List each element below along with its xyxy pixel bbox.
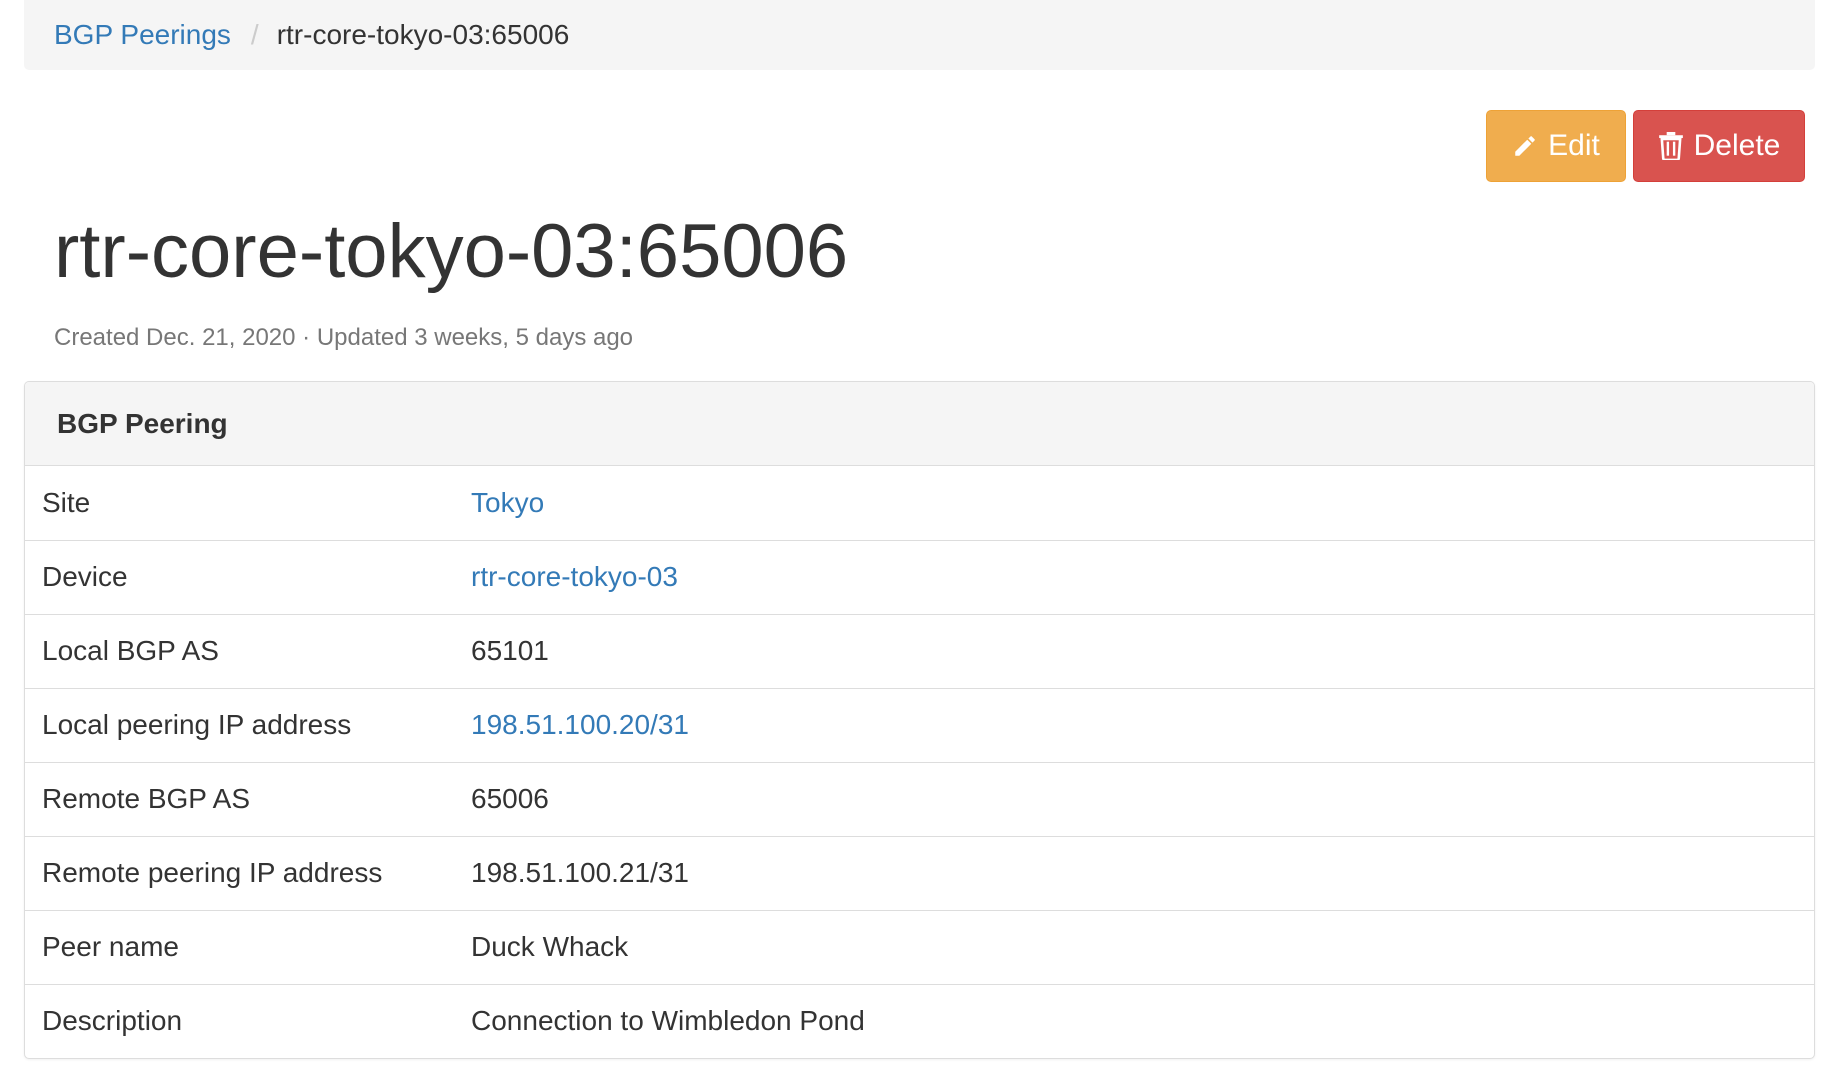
row-label: Description bbox=[25, 983, 471, 1058]
page-meta: Created Dec. 21, 2020 · Updated 3 weeks,… bbox=[54, 324, 634, 351]
table-row-local-peering-ip: Local peering IP address 198.51.100.20/3… bbox=[25, 687, 1814, 762]
table-row-remote-peering-ip: Remote peering IP address 198.51.100.21/… bbox=[25, 835, 1814, 910]
table-row-device: Device rtr-core-tokyo-03 bbox=[25, 539, 1814, 614]
breadcrumb: BGP Peerings / rtr-core-tokyo-03:65006 bbox=[24, 0, 1815, 70]
row-label: Device bbox=[25, 539, 471, 614]
row-value: Duck Whack bbox=[471, 909, 1814, 984]
bgp-peering-panel: BGP Peering Site Tokyo Device rtr-core-t… bbox=[24, 381, 1815, 1059]
row-label: Site bbox=[42, 486, 91, 518]
row-label: Remote peering IP address bbox=[25, 835, 471, 910]
row-value: 65006 bbox=[471, 761, 1814, 836]
local-ip-link[interactable]: 198.51.100.20/31 bbox=[471, 709, 689, 740]
table-row-local-bgp-as: Local BGP AS 65101 bbox=[25, 613, 1814, 688]
panel-heading: BGP Peering bbox=[25, 382, 1814, 466]
breadcrumb-current: rtr-core-tokyo-03:65006 bbox=[276, 19, 570, 50]
attributes-table: Site Tokyo Device rtr-core-tokyo-03 Loca… bbox=[25, 466, 1814, 1058]
table-row-description: Description Connection to Wimbledon Pond bbox=[25, 983, 1814, 1058]
table-row-peer-name: Peer name Duck Whack bbox=[25, 909, 1814, 984]
trash-icon bbox=[1658, 132, 1684, 160]
table-row-remote-bgp-as: Remote BGP AS 65006 bbox=[25, 761, 1814, 836]
page-title: rtr-core-tokyo-03:65006 bbox=[54, 209, 849, 294]
pencil-icon bbox=[1512, 133, 1538, 159]
page: BGP Peerings / rtr-core-tokyo-03:65006 E… bbox=[0, 0, 1824, 1084]
row-label: Local BGP AS bbox=[25, 613, 471, 688]
row-value: 198.51.100.21/31 bbox=[471, 835, 1814, 910]
action-buttons: Edit Delete bbox=[1486, 110, 1805, 182]
table-row-site: Site Tokyo bbox=[25, 466, 1814, 540]
edit-button-label: Edit bbox=[1548, 129, 1600, 162]
site-link[interactable]: Tokyo bbox=[471, 487, 544, 518]
edit-button[interactable]: Edit bbox=[1486, 110, 1626, 182]
breadcrumb-separator: / bbox=[250, 19, 259, 50]
row-value: 65101 bbox=[471, 613, 1814, 688]
device-link[interactable]: rtr-core-tokyo-03 bbox=[471, 561, 678, 592]
row-label: Remote BGP AS bbox=[25, 761, 471, 836]
row-value: Connection to Wimbledon Pond bbox=[471, 983, 1814, 1058]
delete-button[interactable]: Delete bbox=[1633, 110, 1805, 182]
delete-button-label: Delete bbox=[1693, 129, 1781, 162]
row-label: Local peering IP address bbox=[25, 687, 471, 762]
row-label: Peer name bbox=[25, 909, 471, 984]
breadcrumb-bgp-peerings-link[interactable]: BGP Peerings bbox=[54, 19, 231, 51]
